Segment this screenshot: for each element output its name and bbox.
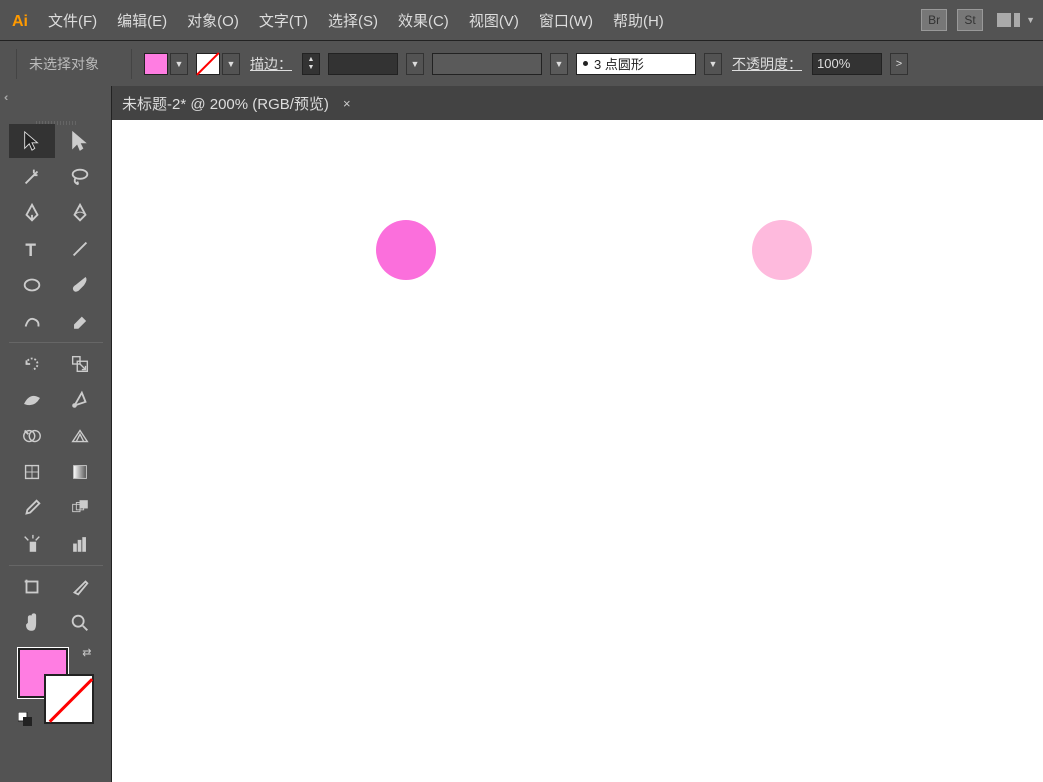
canvas-circle-1[interactable] [376,220,436,280]
menubar: Ai 文件(F) 编辑(E) 对象(O) 文字(T) 选择(S) 效果(C) 视… [0,0,1043,40]
selection-status: 未选择对象 [29,54,99,74]
menu-edit[interactable]: 编辑(E) [117,10,167,31]
brush-dot-icon [583,61,588,66]
symbol-sprayer-tool[interactable] [9,527,55,561]
fill-swatch[interactable] [144,53,168,75]
perspective-tool[interactable] [57,419,103,453]
tool-separator [9,342,103,343]
brush-preview[interactable]: 3 点圆形 [576,53,696,75]
mesh-tool[interactable] [9,455,55,489]
lasso-tool[interactable] [57,160,103,194]
column-graph-tool[interactable] [57,527,103,561]
hand-tool[interactable] [9,606,55,640]
menu-right: Br St ▼ [921,9,1043,31]
opacity-input[interactable]: 100% [812,53,882,75]
menu-type[interactable]: 文字(T) [259,10,308,31]
tool-separator [9,565,103,566]
stroke-label[interactable]: 描边： [250,54,292,74]
paintbrush-tool[interactable] [57,268,103,302]
line-tool[interactable] [57,232,103,266]
stroke-dropdown-arrow[interactable]: ▼ [222,53,240,75]
fill-stroke-panel: ⇄ [14,644,98,728]
more-options-arrow[interactable]: > [890,53,908,75]
rotate-tool[interactable] [9,347,55,381]
width-tool[interactable] [9,383,55,417]
divider [131,49,132,79]
menu-effect[interactable]: 效果(C) [398,10,449,31]
magic-wand-tool[interactable] [9,160,55,194]
scale-tool[interactable] [57,347,103,381]
stroke-swatch-group: ▼ [196,53,240,75]
pen-tool[interactable] [9,196,55,230]
menu-window[interactable]: 窗口(W) [539,10,593,31]
app-logo: Ai [8,6,36,34]
control-bar: 未选择对象 ▼ ▼ 描边： ▲▼ ▼ ▼ 3 点圆形 ▼ 不透明度： 100% … [0,40,1043,86]
chevron-down-icon: ▼ [1026,15,1035,25]
swap-fill-stroke-icon[interactable]: ⇄ [82,646,91,659]
brush-preview-arrow[interactable]: ▼ [704,53,722,75]
document-area: 未标题-2* @ 200% (RGB/预览) × [112,86,1043,782]
free-transform-tool[interactable] [57,383,103,417]
document-tab[interactable]: 未标题-2* @ 200% (RGB/预览) × [112,86,361,120]
fill-dropdown-arrow[interactable]: ▼ [170,53,188,75]
menu-view[interactable]: 视图(V) [469,10,519,31]
curvature-tool[interactable] [57,196,103,230]
menu-help[interactable]: 帮助(H) [613,10,664,31]
stroke-color-swatch[interactable] [44,674,94,724]
shaper-tool[interactable] [9,304,55,338]
eraser-tool[interactable] [57,304,103,338]
canvas[interactable] [112,120,1043,782]
brush-definition-dropdown[interactable] [432,53,542,75]
tab-bar: 未标题-2* @ 200% (RGB/预览) × [112,86,1043,120]
stroke-profile-arrow[interactable]: ▼ [406,53,424,75]
menu-items: 文件(F) 编辑(E) 对象(O) 文字(T) 选择(S) 效果(C) 视图(V… [48,10,921,31]
svg-text:Ai: Ai [12,13,28,30]
stock-badge[interactable]: St [957,9,983,31]
default-fill-stroke-icon[interactable] [18,712,32,726]
brush-definition-arrow[interactable]: ▼ [550,53,568,75]
brush-name: 3 点圆形 [594,54,644,73]
direct-selection-tool[interactable] [57,124,103,158]
workspace-box-small-icon [1014,13,1020,27]
svg-text:T: T [25,241,35,259]
canvas-circle-2[interactable] [752,220,812,280]
stroke-weight-stepper[interactable]: ▲▼ [302,53,320,75]
eyedropper-tool[interactable] [9,491,55,525]
stroke-swatch[interactable] [196,53,220,75]
opacity-label[interactable]: 不透明度： [732,54,802,74]
slice-tool[interactable] [57,570,103,604]
blend-tool[interactable] [57,491,103,525]
menu-select[interactable]: 选择(S) [328,10,378,31]
menu-file[interactable]: 文件(F) [48,10,97,31]
tab-title: 未标题-2* @ 200% (RGB/预览) [122,93,329,114]
tool-grid: T [3,118,109,640]
ellipse-tool[interactable] [9,268,55,302]
stroke-profile-dropdown[interactable] [328,53,398,75]
tool-panel: ‹‹ T [0,86,112,782]
tool-panel-header[interactable]: ‹‹ [0,86,111,110]
type-tool[interactable]: T [9,232,55,266]
tab-close-button[interactable]: × [343,96,351,111]
fill-swatch-group: ▼ [144,53,188,75]
main-area: ‹‹ T [0,86,1043,782]
artboard-tool[interactable] [9,570,55,604]
tool-panel-grip[interactable] [36,112,76,116]
shape-builder-tool[interactable] [9,419,55,453]
gradient-tool[interactable] [57,455,103,489]
menu-object[interactable]: 对象(O) [187,10,239,31]
collapse-icon: ‹‹ [4,92,5,104]
zoom-tool[interactable] [57,606,103,640]
bridge-badge[interactable]: Br [921,9,947,31]
workspace-box-icon [997,13,1011,27]
selection-tool[interactable] [9,124,55,158]
workspace-switcher[interactable]: ▼ [997,13,1035,27]
divider [16,49,17,79]
